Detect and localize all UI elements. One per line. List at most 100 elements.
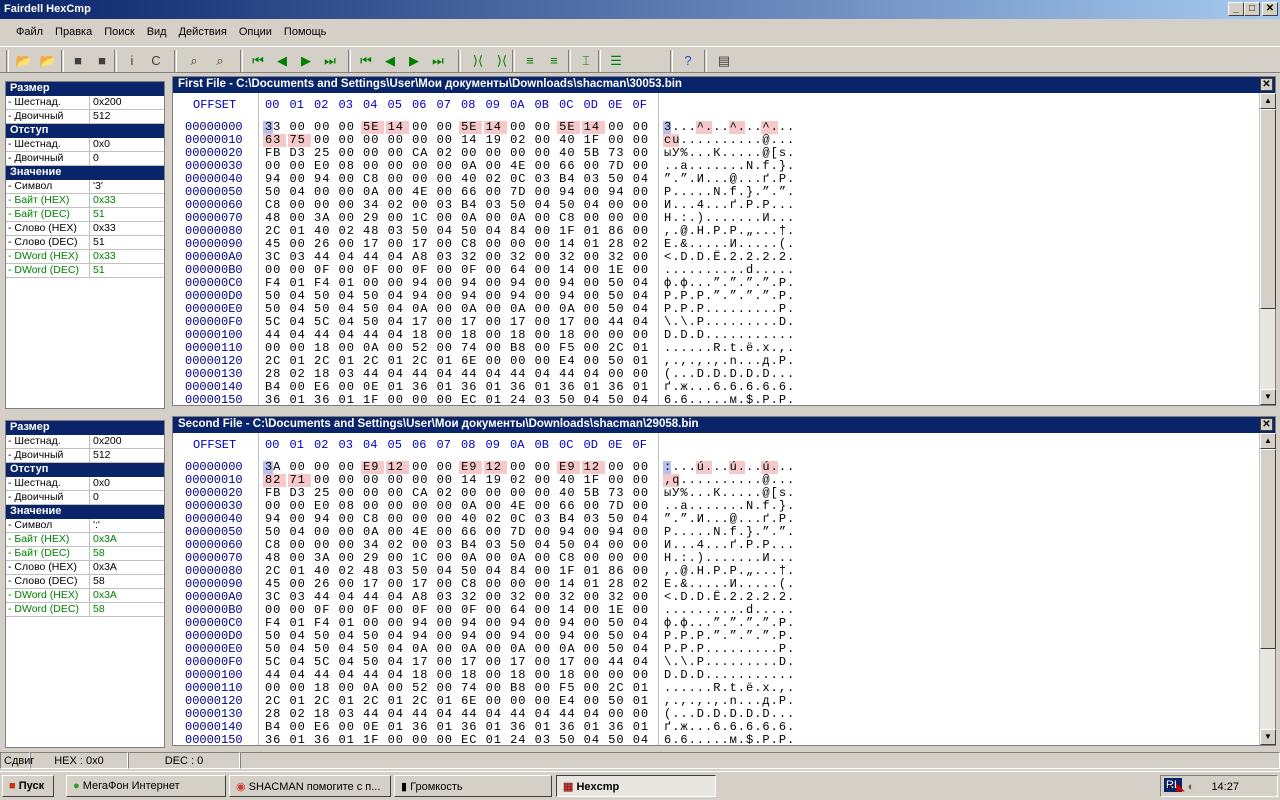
toolbar-separator — [598, 50, 601, 72]
start-button[interactable]: ■ Пуск — [2, 775, 54, 797]
ascii-text[interactable]: 6.6.....м.$.P.P. — [664, 394, 795, 406]
prev-block-icon: ◀ — [385, 53, 395, 68]
info-row: - DWord (HEX) 0x33 — [6, 250, 164, 264]
align-down-button[interactable]: ≡ — [544, 51, 564, 71]
last-diff-icon: ⏭ — [324, 53, 336, 68]
first-block-button[interactable]: ⏮ — [356, 51, 376, 71]
task-label: Hexcmp — [576, 781, 620, 793]
help-button[interactable]: ? — [678, 51, 698, 71]
last-block-button[interactable]: ⏭ — [428, 51, 448, 71]
info-label: - Двоичный — [6, 449, 90, 462]
menu-file[interactable]: Файл — [10, 26, 49, 44]
scroll-down-button[interactable]: ▼ — [1260, 729, 1276, 745]
info-value: 0x200 — [93, 96, 122, 108]
info-label: - Байт (HEX) — [6, 194, 90, 207]
stop-button[interactable]: ■ — [68, 51, 88, 71]
prev-block-button[interactable]: ◀ — [380, 51, 400, 71]
menu-help[interactable]: Помощь — [278, 26, 333, 44]
info-label: - Слово (HEX) — [6, 222, 90, 235]
info-value: 0x33 — [93, 250, 116, 262]
block-button[interactable]: ⌶ — [576, 51, 596, 71]
status-mode: Сдвиг — [0, 752, 34, 769]
info-value: 51 — [93, 264, 105, 276]
prev-diff-button[interactable]: ◀ — [272, 51, 292, 71]
scroll-thumb[interactable] — [1260, 109, 1276, 309]
find-next-button[interactable]: ⌕ — [210, 51, 230, 71]
column-header: 0A — [510, 438, 525, 452]
task-volume[interactable]: ▮ Громкость — [394, 775, 552, 797]
menu-view[interactable]: Вид — [141, 26, 173, 44]
info-row: - Двоичный 512 — [6, 110, 164, 124]
hex-view[interactable]: OFFSET 00 01 02 03 04 05 06 07 08 09 0A 0B 0C 0D 0E 0F 00… — [173, 433, 799, 745]
next-block-button[interactable]: ▶ — [404, 51, 424, 71]
menu-bar: Файл Правка Поиск Вид Действия Опции Пом… — [0, 22, 1280, 44]
menu-search[interactable]: Поиск — [98, 26, 140, 44]
scroll-thumb[interactable] — [1260, 449, 1276, 649]
toolbar-separator — [61, 50, 64, 72]
first-diff-icon: ⏮ — [252, 53, 264, 68]
minimize-button[interactable]: _ — [1228, 2, 1244, 16]
maximize-button[interactable]: □ — [1244, 2, 1260, 16]
speaker-icon[interactable]: ◐ — [1188, 781, 1195, 793]
menu-actions[interactable]: Действия — [173, 26, 233, 44]
info-value: 0 — [93, 152, 99, 164]
last-diff-button[interactable]: ⏭ — [320, 51, 340, 71]
find-next-icon: ⌕ — [216, 53, 224, 68]
stop2-button[interactable]: ■ — [92, 51, 112, 71]
close-button[interactable]: ✕ — [1262, 2, 1278, 16]
tray-expand-icon[interactable]: « — [1167, 781, 1173, 793]
column-header: 04 — [363, 98, 378, 112]
column-header: 0F — [632, 98, 647, 112]
menu-edit[interactable]: Правка — [49, 26, 98, 44]
first-diff-button[interactable]: ⏮ — [248, 51, 268, 71]
column-header: 00 — [265, 438, 280, 452]
list-button[interactable]: ☰ — [606, 51, 626, 71]
task-label: МегаФон Интернет — [82, 780, 180, 792]
vertical-scrollbar[interactable]: ▲ ▼ — [1259, 433, 1276, 745]
info-label: - Шестнад. — [6, 477, 90, 490]
hex-bytes[interactable]: 36 01 36 01 1F 00 00 00 EC 01 24 03 50 0… — [265, 394, 649, 406]
file-path-title: First File - C:\Documents and Settings\U… — [178, 78, 682, 90]
menu-options[interactable]: Опции — [233, 26, 278, 44]
align-up-button[interactable]: ≡ — [520, 51, 540, 71]
task-hexcmp[interactable]: ▦ Hexcmp — [556, 775, 716, 797]
open-file1-button[interactable]: 📂 — [14, 51, 34, 71]
info-row: - Байт (DEC) 58 — [6, 547, 164, 561]
hex-view[interactable]: OFFSET 00 01 02 03 04 05 06 07 08 09 0A 0B 0C 0D 0E 0F 00… — [173, 93, 799, 405]
report-button[interactable]: ▤ — [714, 51, 734, 71]
column-header: 03 — [338, 98, 353, 112]
column-header: 08 — [461, 98, 476, 112]
hex-row: 00000150 36 01 36 01 1F 00 00 00 EC 01 24… — [173, 394, 799, 406]
find-button[interactable]: ⌕ — [184, 51, 204, 71]
task-megafon[interactable]: ● МегаФон Интернет — [66, 775, 226, 797]
info-row: - Байт (HEX) 0x3A — [6, 533, 164, 547]
info-value: 0x0 — [93, 477, 110, 489]
task-chrome[interactable]: ◉ SHACMAN помогите с п... — [229, 775, 391, 797]
unsync-button[interactable]: ⟩⟨ — [492, 51, 512, 71]
info-row: - Шестнад. 0x0 — [6, 477, 164, 491]
info-button[interactable]: i — [122, 51, 142, 71]
close-panel-button[interactable]: ✕ — [1260, 78, 1273, 91]
hex-bytes[interactable]: 36 01 36 01 1F 00 00 00 EC 01 24 03 50 0… — [265, 734, 649, 746]
taskbar: ■ Пуск ● МегаФон Интернет ◉ SHACMAN помо… — [0, 771, 1280, 800]
column-header: 06 — [412, 438, 427, 452]
offset-header: OFFSET — [193, 438, 237, 452]
antivirus-icon[interactable]: ◣ — [1176, 781, 1184, 793]
close-panel-button[interactable]: ✕ — [1260, 418, 1273, 431]
compare-button[interactable]: C — [146, 51, 166, 71]
scroll-up-button[interactable]: ▲ — [1260, 93, 1276, 109]
ascii-text[interactable]: 6.6.....м.$.P.P. — [664, 734, 795, 746]
column-header: 06 — [412, 98, 427, 112]
column-header: 07 — [436, 438, 451, 452]
open-file2-button[interactable]: 📂 — [38, 51, 58, 71]
next-diff-button[interactable]: ▶ — [296, 51, 316, 71]
sync-icon: ⟩⟨ — [472, 53, 484, 68]
scroll-up-button[interactable]: ▲ — [1260, 433, 1276, 449]
vertical-scrollbar[interactable]: ▲ ▼ — [1259, 93, 1276, 405]
sync-button[interactable]: ⟩⟨ — [468, 51, 488, 71]
scroll-down-button[interactable]: ▼ — [1260, 389, 1276, 405]
start-label: Пуск — [18, 780, 45, 792]
column-header: 09 — [485, 98, 500, 112]
info-label: - Слово (DEC) — [6, 236, 90, 249]
toolbar-separator — [512, 50, 515, 72]
